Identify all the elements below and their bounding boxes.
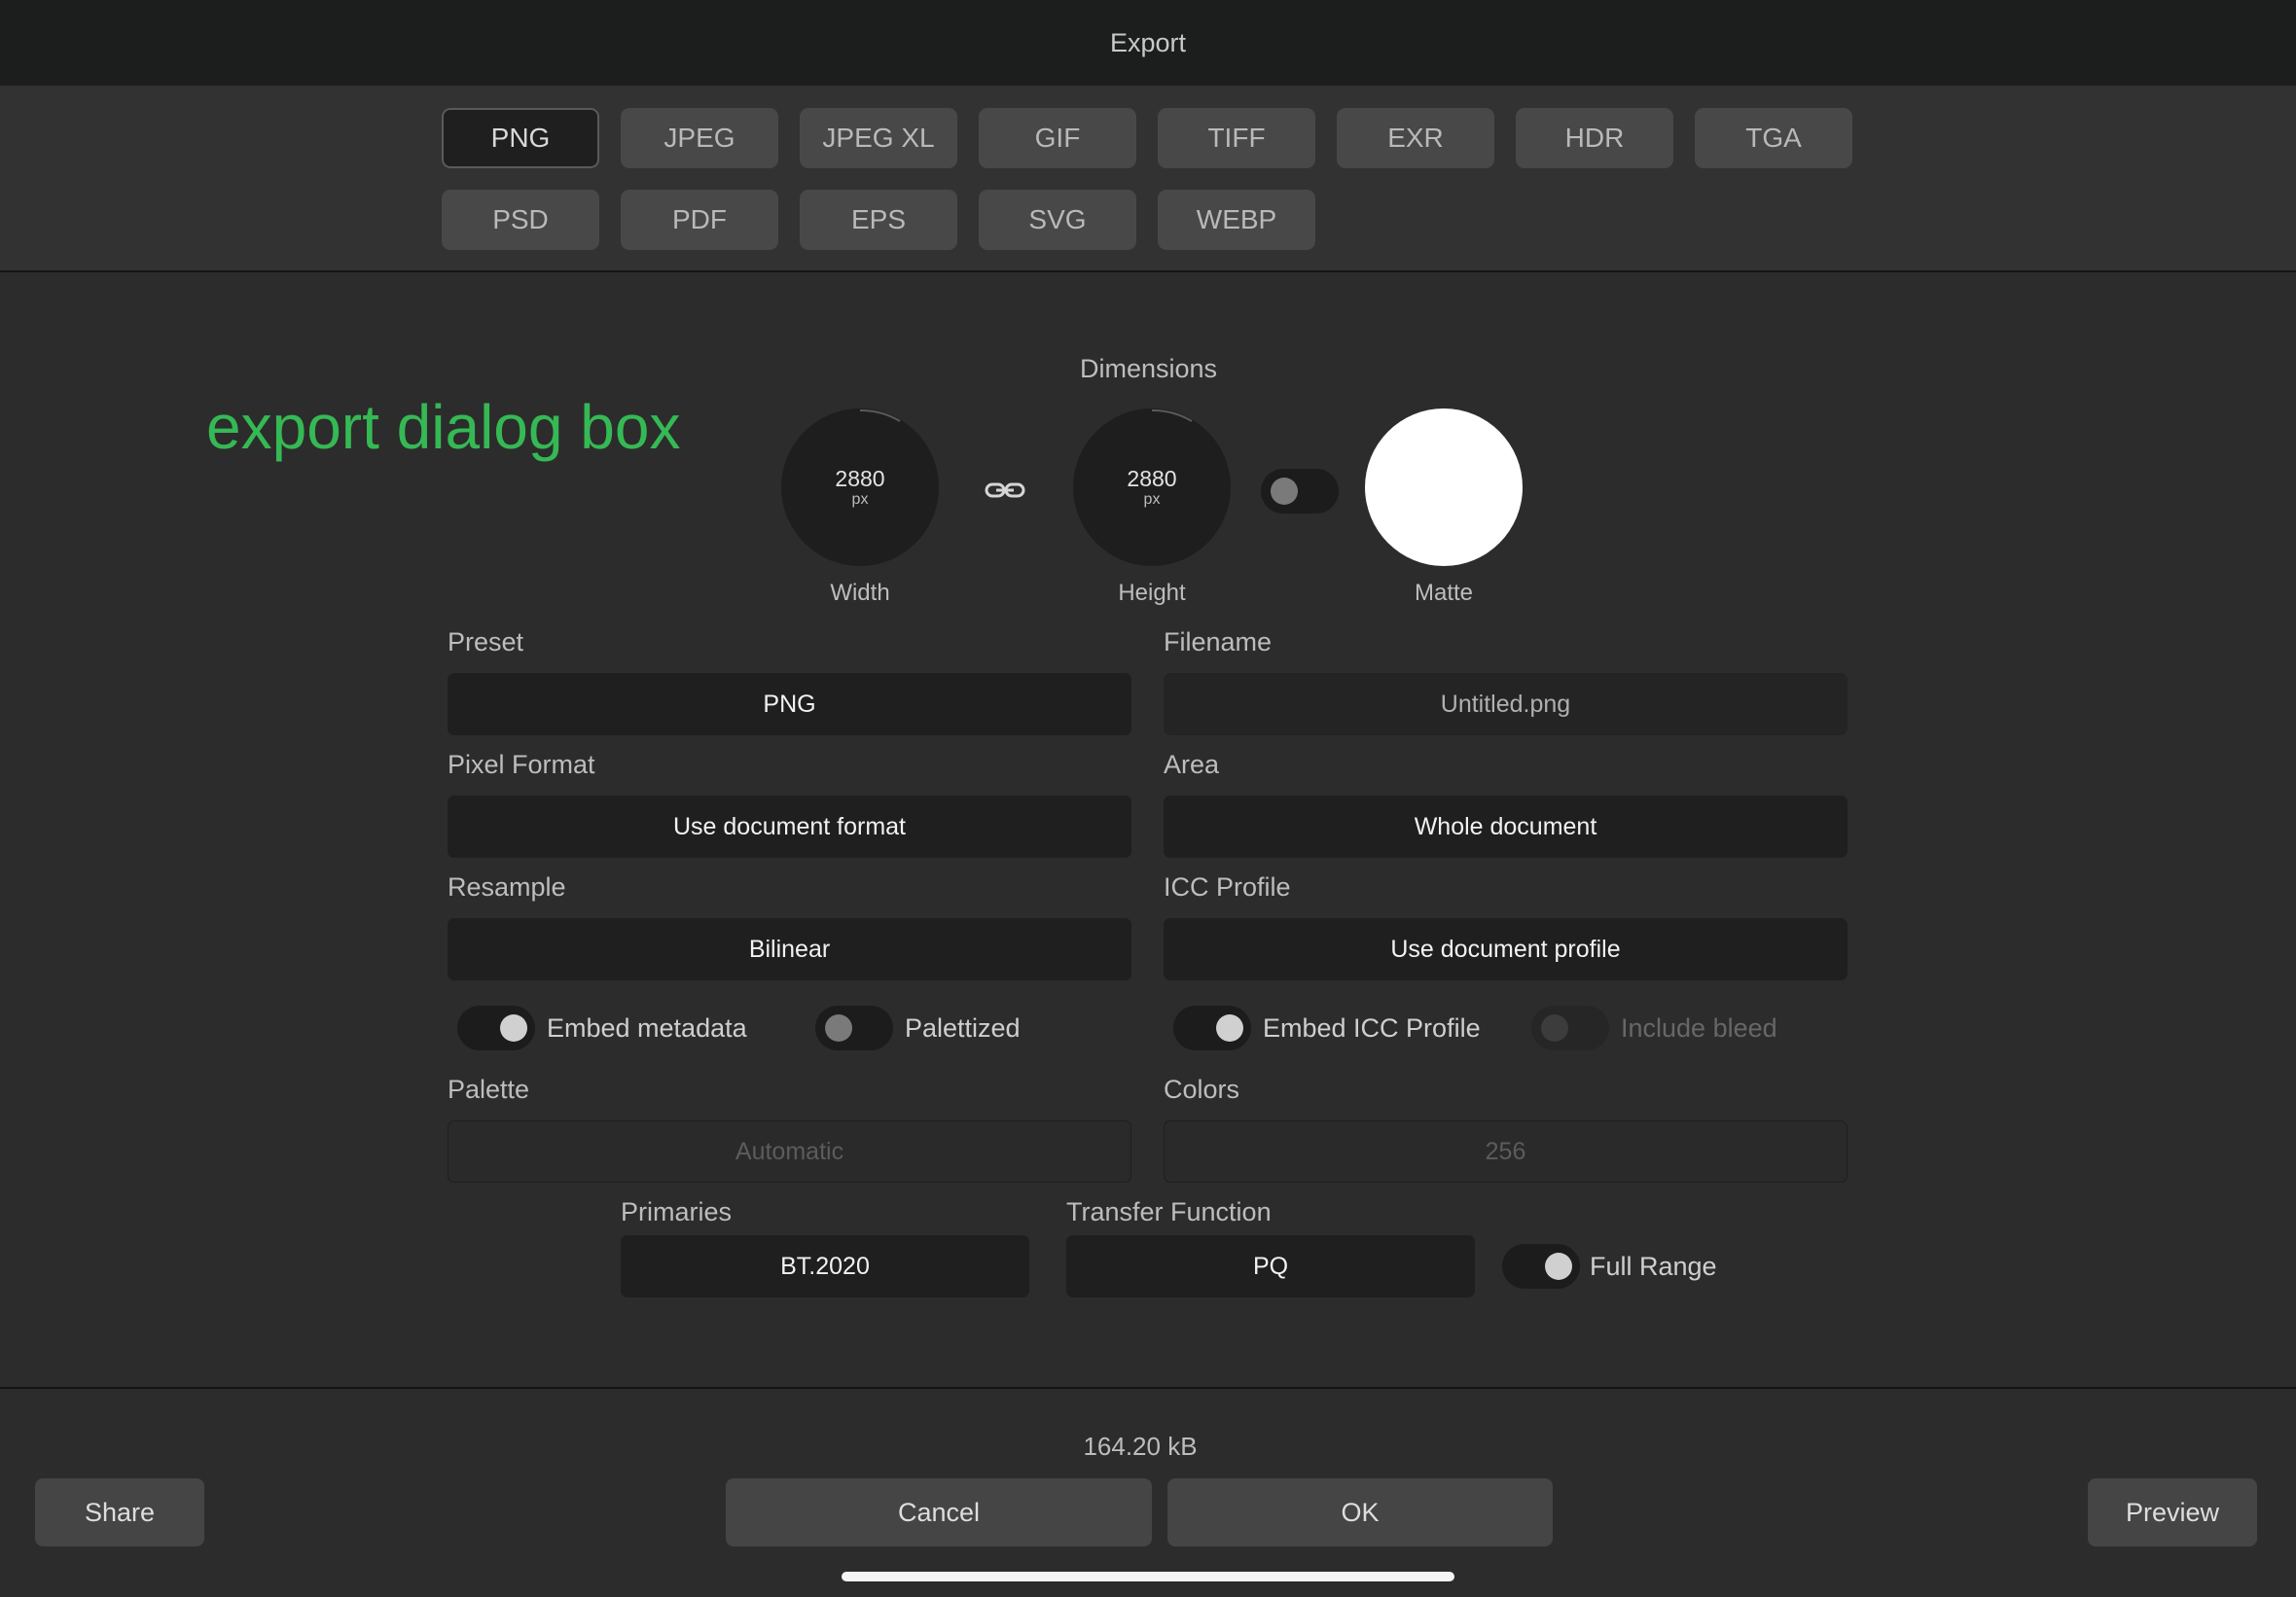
transfer-function-label: Transfer Function [1066, 1197, 1272, 1226]
resample-label: Resample [448, 872, 566, 902]
width-label: Width [830, 580, 890, 606]
icc-profile-label: ICC Profile [1164, 872, 1291, 902]
filename-field[interactable]: Untitled.png [1164, 673, 1848, 735]
embed-icc-label: Embed ICC Profile [1263, 1013, 1481, 1043]
format-psd-button[interactable]: PSD [442, 190, 599, 250]
primaries-label: Primaries [621, 1197, 733, 1226]
overlay-caption: export dialog box [206, 392, 681, 462]
palette-label: Palette [448, 1075, 530, 1104]
window-title: Export [1109, 27, 1187, 57]
matte-color-swatch[interactable] [1365, 408, 1523, 566]
transfer-function-select[interactable]: PQ [1066, 1235, 1475, 1297]
format-svg-button[interactable]: SVG [979, 190, 1136, 250]
height-label: Height [1118, 580, 1186, 606]
include-bleed-knob [1541, 1014, 1568, 1042]
full-range-knob [1545, 1253, 1572, 1280]
palettized-knob [825, 1014, 852, 1042]
embed-icc-toggle[interactable] [1173, 1006, 1251, 1050]
format-webp-button[interactable]: WEBP [1158, 190, 1315, 250]
embed-metadata-label: Embed metadata [547, 1013, 747, 1043]
format-jpeg-button[interactable]: JPEG [621, 108, 778, 168]
matte-toggle[interactable] [1261, 469, 1339, 514]
matte-toggle-knob [1271, 478, 1298, 505]
link-dimensions-icon[interactable] [985, 479, 1025, 502]
dimensions-title: Dimensions [1080, 354, 1218, 383]
format-png-button[interactable]: PNG [442, 108, 599, 168]
cancel-button[interactable]: Cancel [726, 1478, 1152, 1546]
format-tiff-button[interactable]: TIFF [1158, 108, 1315, 168]
preset-label: Preset [448, 627, 524, 657]
file-size-estimate: 164.20 kB [1083, 1432, 1198, 1461]
format-gif-button[interactable]: GIF [979, 108, 1136, 168]
share-button[interactable]: Share [35, 1478, 204, 1546]
include-bleed-label: Include bleed [1621, 1013, 1777, 1043]
matte-label: Matte [1414, 580, 1474, 606]
resample-select[interactable]: Bilinear [448, 918, 1131, 980]
format-jpegxl-button[interactable]: JPEG XL [800, 108, 957, 168]
preset-select[interactable]: PNG [448, 673, 1131, 735]
palettized-label: Palettized [905, 1013, 1021, 1043]
full-range-label: Full Range [1590, 1252, 1717, 1281]
format-eps-button[interactable]: EPS [800, 190, 957, 250]
area-select[interactable]: Whole document [1164, 796, 1848, 858]
include-bleed-toggle[interactable] [1531, 1006, 1609, 1050]
icc-profile-select[interactable]: Use document profile [1164, 918, 1848, 980]
colors-label: Colors [1164, 1075, 1240, 1104]
ok-button[interactable]: OK [1167, 1478, 1553, 1546]
width-dial-arc [859, 408, 901, 422]
pixel-format-select[interactable]: Use document format [448, 796, 1131, 858]
preview-button[interactable]: Preview [2088, 1478, 2257, 1546]
pixel-format-label: Pixel Format [448, 750, 595, 779]
format-selector: PNG JPEG JPEG XL GIF TIFF EXR HDR TGA PS… [0, 86, 2296, 272]
embed-icc-knob [1216, 1014, 1243, 1042]
format-exr-button[interactable]: EXR [1337, 108, 1494, 168]
height-dial[interactable]: 2880 px [1073, 408, 1231, 566]
palette-select[interactable]: Automatic [448, 1120, 1131, 1183]
format-hdr-button[interactable]: HDR [1516, 108, 1673, 168]
filename-label: Filename [1164, 627, 1273, 657]
full-range-toggle[interactable] [1502, 1244, 1580, 1289]
primaries-select[interactable]: BT.2020 [621, 1235, 1029, 1297]
palettized-toggle[interactable] [815, 1006, 893, 1050]
embed-metadata-toggle[interactable] [457, 1006, 535, 1050]
format-pdf-button[interactable]: PDF [621, 190, 778, 250]
width-dial[interactable]: 2880 px [781, 408, 939, 566]
height-dial-arc [1151, 408, 1193, 422]
colors-field[interactable]: 256 [1164, 1120, 1848, 1183]
area-label: Area [1164, 750, 1220, 779]
title-bar: Export [0, 0, 2296, 87]
format-tga-button[interactable]: TGA [1695, 108, 1852, 168]
home-indicator[interactable] [842, 1572, 1454, 1581]
embed-metadata-knob [500, 1014, 527, 1042]
